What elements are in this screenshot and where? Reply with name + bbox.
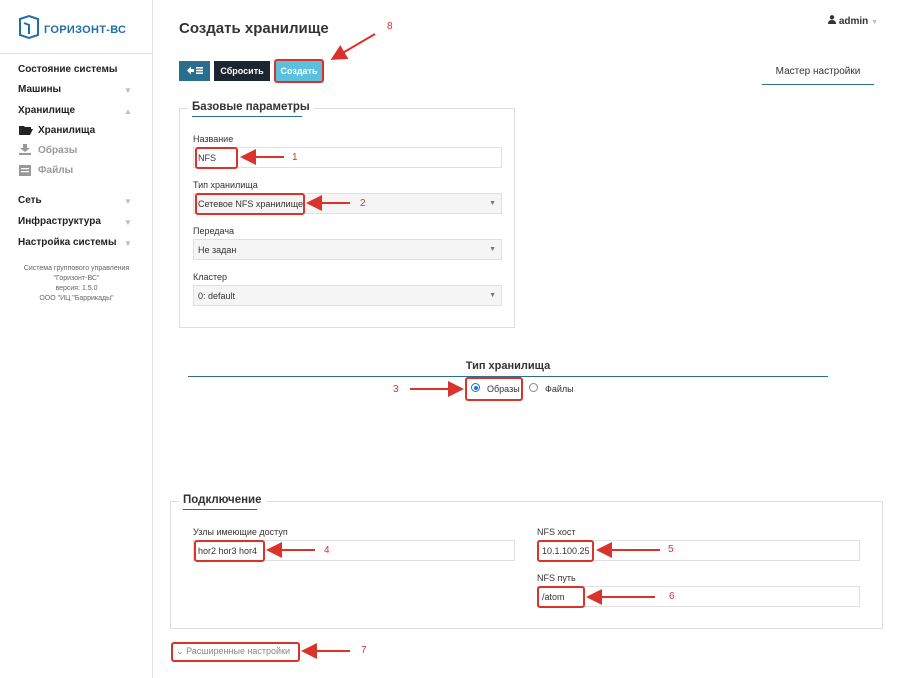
annotation-number: 1	[292, 152, 298, 163]
annotation-number: 3	[393, 384, 399, 395]
annotation-number: 2	[360, 198, 366, 209]
annotation-number: 8	[387, 21, 393, 32]
annotation-number: 6	[669, 591, 675, 602]
annotation-number: 5	[668, 544, 674, 555]
annotation-number: 7	[361, 645, 367, 656]
annotation-arrows	[240, 33, 660, 659]
annotation-number: 4	[324, 545, 330, 556]
